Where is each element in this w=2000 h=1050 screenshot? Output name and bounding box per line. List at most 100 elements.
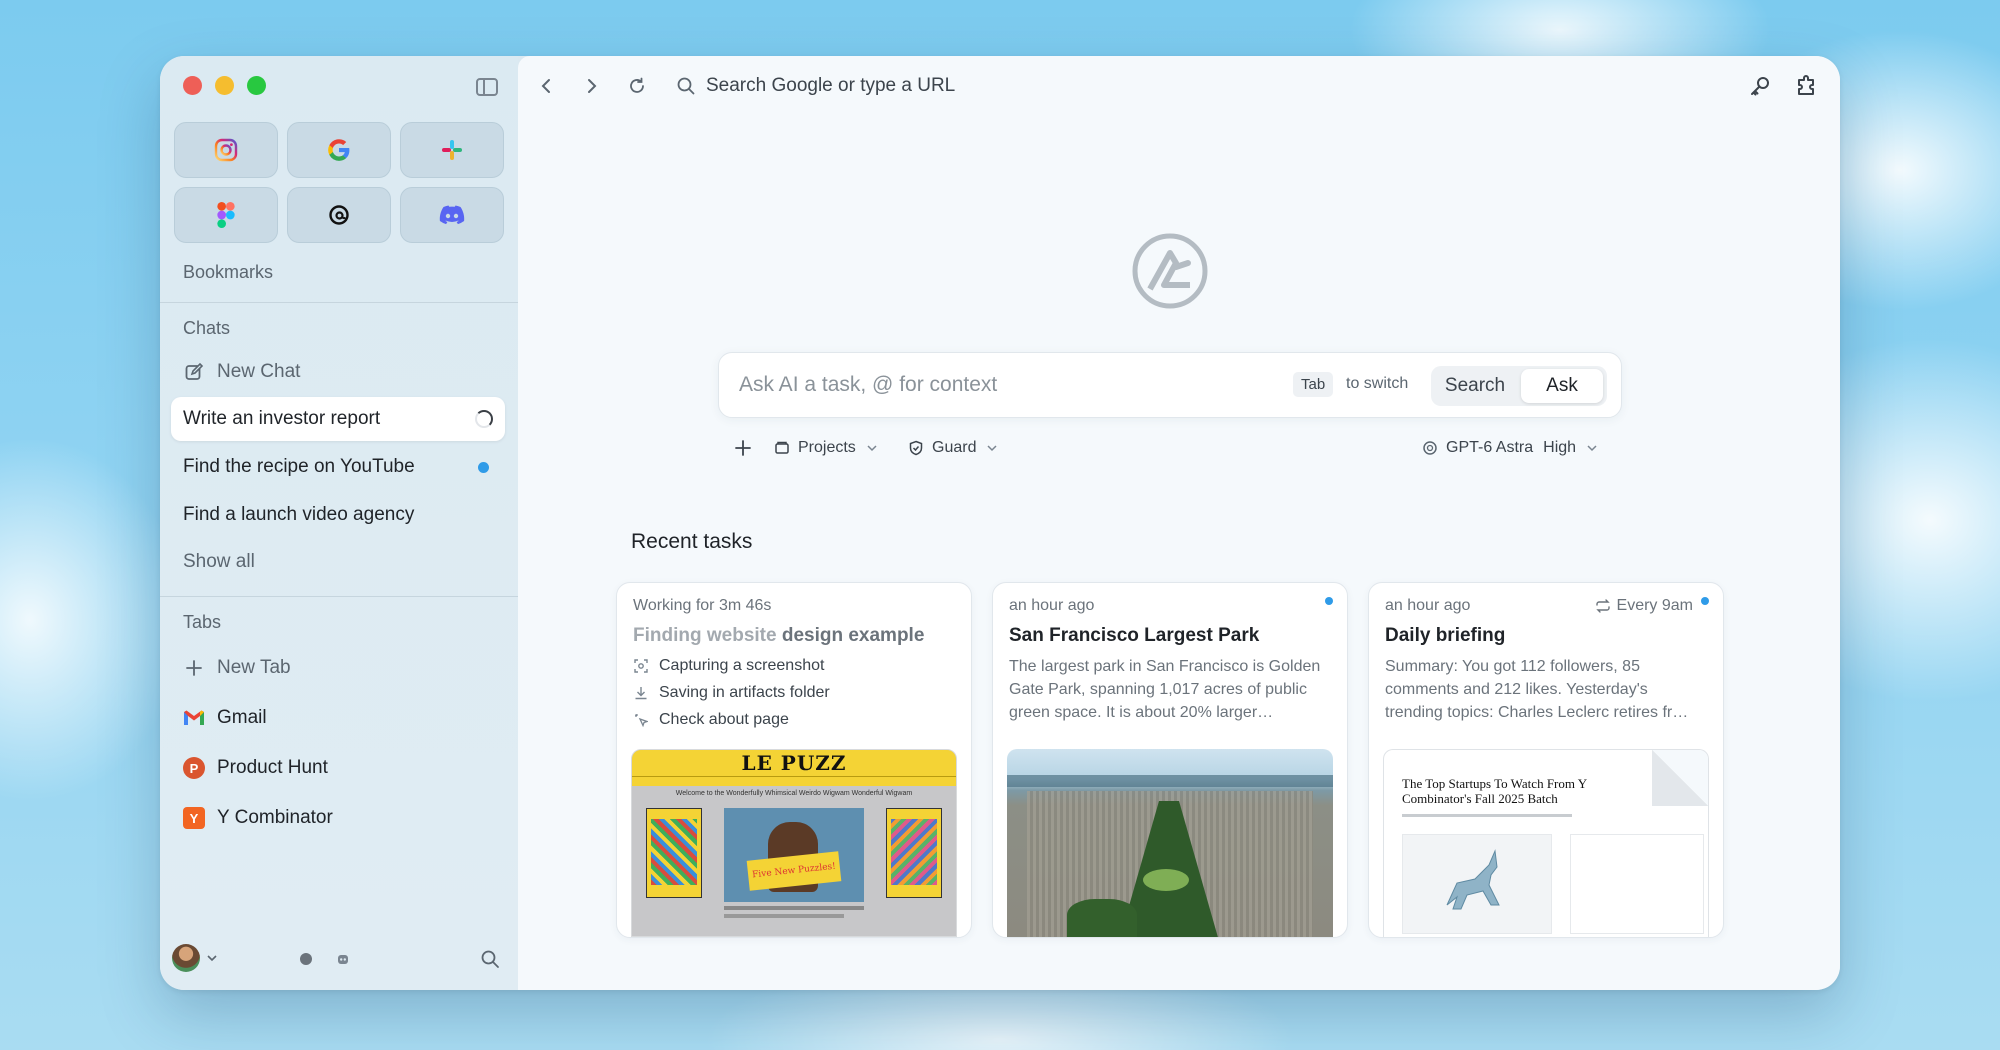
new-tab-button[interactable]: New Tab xyxy=(171,646,505,690)
back-button[interactable] xyxy=(530,70,562,102)
plus-icon xyxy=(735,440,751,456)
main-content: Search Google or type a URL Ask AI a tas… xyxy=(518,56,1840,990)
mode-search-button[interactable]: Search xyxy=(1431,366,1519,406)
task-title: San Francisco Largest Park xyxy=(1009,625,1260,646)
unread-dot xyxy=(1701,597,1709,605)
repeat-icon xyxy=(1595,599,1610,613)
favorite-figma[interactable] xyxy=(174,187,278,243)
task-card-website-design[interactable]: Working for 3m 46s Finding website desig… xyxy=(616,582,972,938)
space-dot-icon[interactable] xyxy=(300,953,312,965)
chat-item-label: Find a launch video agency xyxy=(183,504,415,525)
slack-icon xyxy=(442,140,462,160)
edit-icon xyxy=(183,361,205,383)
chevron-left-icon xyxy=(541,79,550,93)
product-hunt-icon: P xyxy=(183,757,205,779)
mode-ask-button[interactable]: Ask xyxy=(1521,369,1603,403)
browser-window: Bookmarks Chats New Chat Write an invest… xyxy=(160,56,1840,990)
maximize-window-button[interactable] xyxy=(247,76,266,95)
new-chat-button[interactable]: New Chat xyxy=(171,350,505,394)
shield-icon xyxy=(909,440,923,456)
task-time: an hour ago xyxy=(1009,597,1095,614)
screenshot-icon xyxy=(633,658,649,674)
task-step: Capturing a screenshot xyxy=(633,657,824,675)
task-step-label: Check about page xyxy=(659,711,789,728)
article-headline: The Top Startups To Watch From Y Combina… xyxy=(1402,776,1587,806)
close-window-button[interactable] xyxy=(183,76,202,95)
sidebar-divider xyxy=(160,596,518,597)
plus-icon xyxy=(183,657,205,679)
tab-gmail[interactable]: Gmail xyxy=(171,696,505,740)
sidebar-toggle-icon[interactable] xyxy=(476,78,498,96)
cursor-click-icon xyxy=(633,712,649,728)
prompt-input[interactable]: Ask AI a task, @ for context xyxy=(739,373,997,397)
favorite-discord[interactable] xyxy=(400,187,504,243)
projects-label: Projects xyxy=(798,439,856,456)
key-button[interactable] xyxy=(1744,70,1776,102)
openai-icon xyxy=(1423,441,1437,455)
effort-label: High xyxy=(1543,439,1577,456)
key-icon xyxy=(1751,77,1769,96)
task-status: Working for 3m 46s xyxy=(633,597,772,614)
favorite-google[interactable] xyxy=(287,122,391,178)
add-attachment-button[interactable] xyxy=(734,434,752,462)
toolbar: Search Google or type a URL xyxy=(518,70,1840,110)
prompt-box: Ask AI a task, @ for context Tab to swit… xyxy=(718,352,1622,418)
sidebar-divider xyxy=(160,302,518,303)
address-bar[interactable]: Search Google or type a URL xyxy=(706,70,955,102)
mode-switch: Search Ask xyxy=(1431,366,1607,406)
task-summary: Summary: You got 112 followers, 85 comme… xyxy=(1385,658,1689,721)
task-time: an hour ago xyxy=(1385,597,1471,614)
chevron-down-icon xyxy=(1587,445,1597,452)
gmail-icon xyxy=(183,707,205,729)
model-dropdown[interactable]: GPT-6 Astra High xyxy=(1422,434,1598,462)
favorite-threads[interactable] xyxy=(287,187,391,243)
task-card-sf-park[interactable]: an hour ago San Francisco Largest Park T… xyxy=(992,582,1348,938)
favorite-instagram[interactable] xyxy=(174,122,278,178)
window-controls xyxy=(183,76,266,95)
search-icon[interactable] xyxy=(480,949,500,969)
chevron-down-icon xyxy=(867,445,877,452)
unread-dot xyxy=(478,461,489,473)
show-all-chats-link[interactable]: Show all xyxy=(171,540,505,584)
projects-dropdown[interactable]: Projects xyxy=(774,434,878,462)
switch-hint: to switch xyxy=(1346,375,1409,392)
avatar[interactable] xyxy=(172,944,200,972)
task-title-faded: Finding website xyxy=(633,625,782,646)
article-thumbnail: The Top Startups To Watch From Y Combina… xyxy=(1383,749,1709,937)
tab-y-combinator[interactable]: Y Y Combinator xyxy=(171,796,505,840)
minimize-window-button[interactable] xyxy=(215,76,234,95)
unicorn-image xyxy=(1446,849,1500,910)
tab-product-hunt[interactable]: P Product Hunt xyxy=(171,746,505,790)
tab-label: Gmail xyxy=(217,707,267,728)
show-all-label: Show all xyxy=(183,551,255,572)
tab-label: Product Hunt xyxy=(217,757,328,778)
guard-dropdown[interactable]: Guard xyxy=(908,434,998,462)
chevron-down-icon[interactable] xyxy=(206,954,218,962)
task-step: Check about page xyxy=(633,711,789,729)
instagram-icon xyxy=(214,138,238,162)
task-step: Saving in artifacts folder xyxy=(633,684,830,702)
task-step-label: Capturing a screenshot xyxy=(659,657,825,674)
chat-item-launch-video-agency[interactable]: Find a launch video agency xyxy=(171,493,505,537)
chevron-right-icon xyxy=(588,79,597,93)
thumb-brand: LE PUZZ xyxy=(632,750,956,776)
bookmarks-label[interactable]: Bookmarks xyxy=(183,262,273,283)
forward-button[interactable] xyxy=(576,70,608,102)
model-label: GPT-6 Astra xyxy=(1446,439,1534,456)
favorite-slack[interactable] xyxy=(400,122,504,178)
chevron-down-icon xyxy=(987,445,997,452)
new-chat-label: New Chat xyxy=(217,361,301,382)
discord-icon xyxy=(439,205,465,225)
chat-item-investor-report[interactable]: Write an investor report xyxy=(171,397,505,441)
reload-button[interactable] xyxy=(621,70,653,102)
recent-tasks-title: Recent tasks xyxy=(631,530,753,553)
loading-spinner-icon xyxy=(475,410,493,428)
sidebar-footer xyxy=(172,942,506,978)
browser-logo-icon xyxy=(1132,233,1208,309)
chat-item-recipe-youtube[interactable]: Find the recipe on YouTube xyxy=(171,445,505,489)
google-icon xyxy=(328,139,350,161)
tab-key-hint: Tab xyxy=(1293,372,1334,397)
extensions-button[interactable] xyxy=(1791,70,1823,102)
incognito-icon[interactable] xyxy=(336,952,350,966)
task-card-daily-briefing[interactable]: an hour ago Every 9am Daily briefing Sum… xyxy=(1368,582,1724,938)
